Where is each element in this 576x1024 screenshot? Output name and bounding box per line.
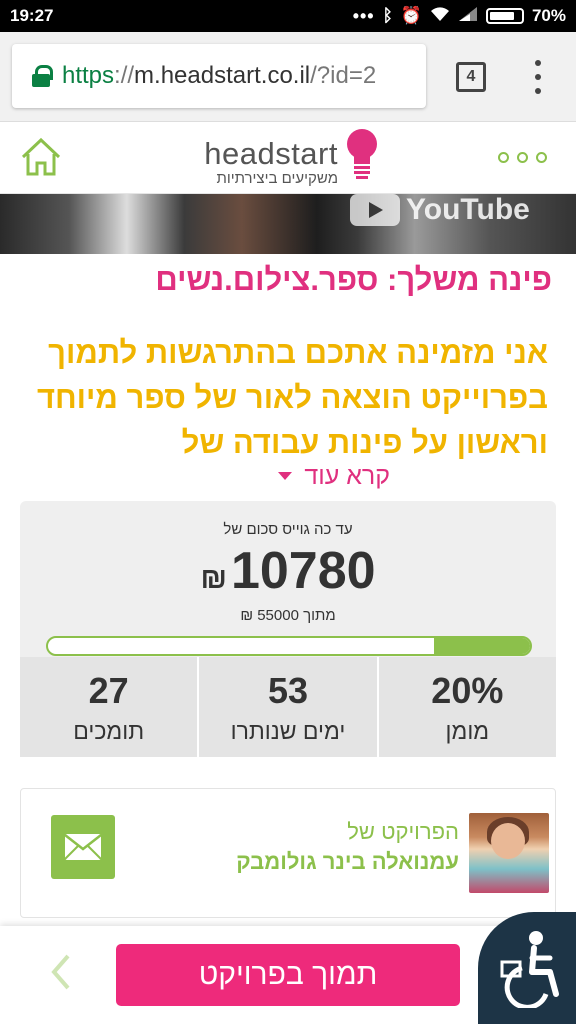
raised-label: עד כה גוייס סכום של <box>223 521 353 538</box>
stat-value: 27 <box>88 669 129 711</box>
signal-icon <box>458 6 478 27</box>
site-menu-button[interactable] <box>498 152 547 163</box>
amount-value: 10780 <box>230 542 376 600</box>
stat-days-left: 53 ימים שנותרו <box>197 657 377 757</box>
wifi-icon <box>430 6 450 27</box>
home-icon[interactable] <box>20 136 62 178</box>
funding-stats: 20% מומן 53 ימים שנותרו 27 תומכים <box>20 657 556 757</box>
lock-icon <box>32 65 53 87</box>
browser-menu-button[interactable] <box>528 60 548 94</box>
stat-label: מומן <box>445 717 490 744</box>
logo-tagline: משקיעים ביצירתיות <box>216 170 338 187</box>
project-video[interactable]: YouTube <box>0 194 576 254</box>
currency-symbol: ₪ <box>200 562 227 595</box>
youtube-watermark[interactable]: YouTube <box>350 194 530 226</box>
battery-percent: 70% <box>531 6 566 25</box>
lightbulb-icon <box>347 129 377 179</box>
stat-value: 53 <box>267 669 309 711</box>
stat-label: תומכים <box>73 717 145 744</box>
contact-owner-button[interactable] <box>51 815 115 879</box>
more-dots-icon: ••• <box>352 5 375 26</box>
project-owner-card: הפרויקט של עמנואלה בינר גולומבק <box>20 788 556 918</box>
site-header: headstart משקיעים ביצירתיות <box>0 122 576 194</box>
goal-text: מתוך 55000 ₪ <box>240 607 336 624</box>
chevron-left-icon[interactable] <box>48 952 72 992</box>
stat-funded: 20% מומן <box>376 657 556 757</box>
status-icons: ••• ᛒ ⏰ 70% <box>353 6 566 27</box>
url-host: m.headstart.co.il <box>134 62 311 89</box>
logo-wordmark: headstart <box>204 136 338 171</box>
address-bar[interactable]: https://m.headstart.co.il/?id=2 <box>12 44 426 108</box>
url-path: /?id=2 <box>310 62 377 89</box>
youtube-label: YouTube <box>406 194 530 226</box>
url-scheme: https <box>62 62 115 89</box>
browser-toolbar: https://m.headstart.co.il/?id=2 4 <box>0 32 576 122</box>
funding-panel: עד כה גוייס סכום של ₪10780 מתוך 55000 ₪ … <box>20 501 556 757</box>
accessibility-icon <box>500 931 559 1008</box>
site-logo[interactable]: headstart משקיעים ביצירתיות <box>204 128 384 188</box>
envelope-icon <box>64 834 102 860</box>
status-time: 19:27 <box>10 6 54 25</box>
url-separator: :// <box>114 62 135 89</box>
alarm-icon: ⏰ <box>400 6 422 25</box>
status-bar: 19:27 ••• ᛒ ⏰ 70% <box>0 0 576 32</box>
owner-avatar[interactable] <box>469 813 549 893</box>
funding-progress-bar <box>46 636 532 656</box>
stat-value: 20% <box>431 669 504 711</box>
owner-prefix: הפרויקט של <box>347 819 459 844</box>
play-icon <box>350 194 400 226</box>
project-title: פינה משלך: ספר.צילום.נשים <box>155 262 552 297</box>
stat-supporters: 27 תומכים <box>20 657 198 757</box>
progress-fill <box>433 638 530 654</box>
project-description: אני מזמינה אתכם בהתרגשות לתמוך בפרוייקט … <box>36 335 548 460</box>
tab-switcher-button[interactable]: 4 <box>456 62 486 92</box>
url-text[interactable]: https://m.headstart.co.il/?id=2 <box>62 62 376 90</box>
owner-name[interactable]: עמנואלה בינר גולומבק <box>236 849 459 875</box>
support-project-button[interactable]: תמוך בפרויקט <box>116 944 460 1006</box>
stat-label: ימים שנותרו <box>230 717 346 744</box>
battery-icon <box>485 8 524 24</box>
read-more-label: קרא עוד <box>304 461 390 490</box>
chevron-down-icon <box>278 472 293 480</box>
raised-amount: ₪10780 <box>20 541 556 601</box>
bluetooth-icon: ᛒ <box>382 6 393 25</box>
accessibility-button[interactable] <box>478 912 576 1024</box>
read-more-link[interactable]: קרא עוד <box>230 458 390 494</box>
